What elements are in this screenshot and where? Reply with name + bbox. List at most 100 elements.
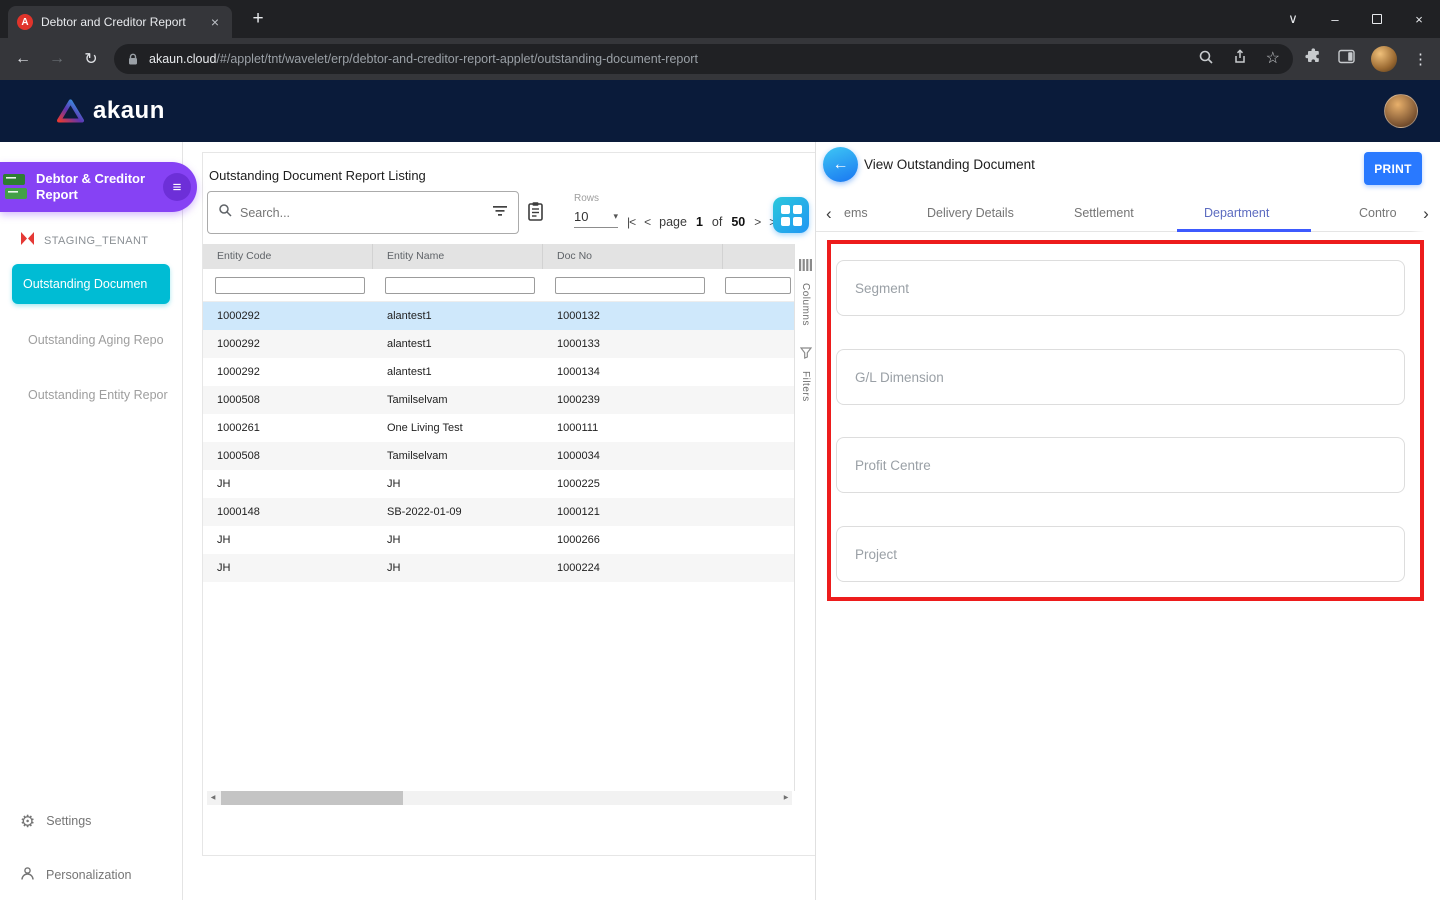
scroll-left-icon[interactable]: ◀ [207,791,219,805]
window-close-button[interactable]: × [1398,0,1440,38]
tab-control[interactable]: Contro [1359,195,1397,232]
filter-doc-no-input[interactable] [555,277,705,294]
sidebar-collapse-button[interactable]: ≡ [163,173,191,201]
cell-entity-code: 1000508 [203,386,373,414]
omnibox-actions: ☆ [1198,49,1280,70]
prev-page-button[interactable]: < [644,215,650,229]
forward-icon[interactable]: → [46,50,68,68]
sidebar-item-settings[interactable]: ⚙ Settings [20,810,91,832]
caret-down-icon: ▾ [613,211,618,222]
project-field[interactable]: Project [836,526,1405,582]
table-row[interactable]: JH JH 1000225 [203,470,794,498]
sidebar-item-outstanding-document[interactable]: Outstanding Documen [12,264,170,304]
tab-close-icon[interactable]: × [207,14,223,30]
column-header-entity-code[interactable]: Entity Code [203,244,373,269]
maximize-button[interactable] [1356,0,1398,38]
active-tab-underline [1177,229,1311,232]
table-row[interactable]: 1000292 alantest1 1000133 [203,330,794,358]
sidebar-item-outstanding-aging[interactable]: Outstanding Aging Repo [28,333,164,347]
browser-tab[interactable]: A Debtor and Creditor Report × [8,6,232,38]
table-row[interactable]: 1000261 One Living Test 1000111 [203,414,794,442]
grid-view-button[interactable] [773,197,809,233]
akaun-logo[interactable]: akaun [57,97,165,125]
cell-doc-no: 1000239 [543,386,723,414]
table-row[interactable]: 1000148 SB-2022-01-09 1000121 [203,498,794,526]
segment-placeholder: Segment [855,281,909,296]
filter-entity-code-input[interactable] [215,277,365,294]
tab-department[interactable]: Department [1204,195,1269,232]
table-row[interactable]: JH JH 1000266 [203,526,794,554]
rows-per-page-value: 10 [574,209,588,224]
sidebar-item-outstanding-entity[interactable]: Outstanding Entity Repor [28,388,168,402]
table-header-row: Entity Code Entity Name Doc No [203,244,794,269]
tab-settlement[interactable]: Settlement [1074,195,1134,232]
sidebar-item-label: Outstanding Entity Repor [28,388,168,402]
sidebar-item-personalization[interactable]: Personalization [20,864,131,886]
zoom-icon[interactable] [1198,49,1214,70]
tab-delivery-details[interactable]: Delivery Details [927,195,1014,232]
filter-entity-name-input[interactable] [385,277,535,294]
back-icon[interactable]: ← [12,50,34,68]
tab-items[interactable]: ems [844,195,868,232]
cell-doc-no: 1000225 [543,470,723,498]
columns-tool[interactable]: Columns [795,258,816,326]
back-button[interactable]: ← [823,147,858,182]
lock-icon[interactable] [127,53,139,66]
scrollbar-thumb[interactable] [221,791,403,805]
table-row[interactable]: 1000508 Tamilselvam 1000034 [203,442,794,470]
new-tab-button[interactable]: + [246,7,270,31]
current-page[interactable]: 1 [696,215,703,229]
table-row[interactable]: JH JH 1000224 [203,554,794,582]
listing-card: Outstanding Document Report Listing Rows… [202,152,815,856]
segment-field[interactable]: Segment [836,260,1405,316]
column-header-extra [723,244,794,269]
browser-menu-icon[interactable]: ⋮ [1413,50,1428,68]
gl-dimension-field[interactable]: G/L Dimension [836,349,1405,405]
horizontal-scrollbar[interactable]: ◀ ▶ [207,791,792,805]
column-header-doc-no[interactable]: Doc No [543,244,723,269]
sidebar-item-label: Outstanding Aging Repo [28,333,164,347]
next-page-button[interactable]: > [754,215,760,229]
print-button[interactable]: PRINT [1364,152,1422,185]
url-host: akaun.cloud [149,52,216,66]
logo-text: akaun [93,97,165,125]
search-input[interactable] [240,206,485,220]
extensions-puzzle-icon[interactable] [1305,48,1322,70]
cell-doc-no: 1000224 [543,554,723,582]
cell-entity-code: 1000508 [203,442,373,470]
cell-entity-name: alantest1 [373,302,543,330]
cell-entity-code: JH [203,470,373,498]
share-icon[interactable] [1232,49,1248,70]
cell-doc-no: 1000266 [543,526,723,554]
table-row[interactable]: 1000508 Tamilselvam 1000239 [203,386,794,414]
cell-entity-code: 1000261 [203,414,373,442]
browser-profile-avatar[interactable] [1371,46,1397,72]
side-panel-icon[interactable] [1338,49,1355,69]
scroll-right-icon[interactable]: ▶ [780,791,792,805]
tenant-selector[interactable]: STAGING_TENANT [20,230,148,252]
rows-per-page-select[interactable]: 10 ▾ [574,209,618,228]
tabs-scroll-left-icon[interactable]: ‹ [826,195,832,232]
filters-tool[interactable]: Filters [795,346,816,402]
module-chip[interactable]: Debtor & Creditor Report ≡ [0,162,197,212]
detail-panel: ← View Outstanding Document PRINT ‹ ems … [815,142,1440,900]
user-avatar[interactable] [1384,94,1418,128]
tab-list-chevron-icon[interactable]: ∨ [1272,0,1314,38]
toolbar-actions: ⋮ [1305,46,1428,72]
filter-list-icon[interactable] [493,204,508,222]
bookmark-star-icon[interactable]: ☆ [1266,51,1280,67]
address-bar[interactable]: akaun.cloud /#/applet/tnt/wavelet/erp/de… [114,44,1293,74]
table-row[interactable]: 1000292 alantest1 1000134 [203,358,794,386]
filter-extra-input[interactable] [725,277,791,294]
minimize-button[interactable]: – [1314,0,1356,38]
table-row[interactable]: 1000292 alantest1 1000132 [203,302,794,330]
copy-listing-icon[interactable] [526,201,548,225]
profit-centre-field[interactable]: Profit Centre [836,437,1405,493]
column-header-entity-name[interactable]: Entity Name [373,244,543,269]
cell-entity-name: JH [373,554,543,582]
tab-favicon-letter: A [21,17,28,28]
profit-centre-placeholder: Profit Centre [855,458,931,473]
refresh-icon[interactable]: ↻ [80,49,102,69]
tabs-scroll-right-icon[interactable]: › [1411,195,1440,232]
first-page-button[interactable]: |< [627,215,635,229]
